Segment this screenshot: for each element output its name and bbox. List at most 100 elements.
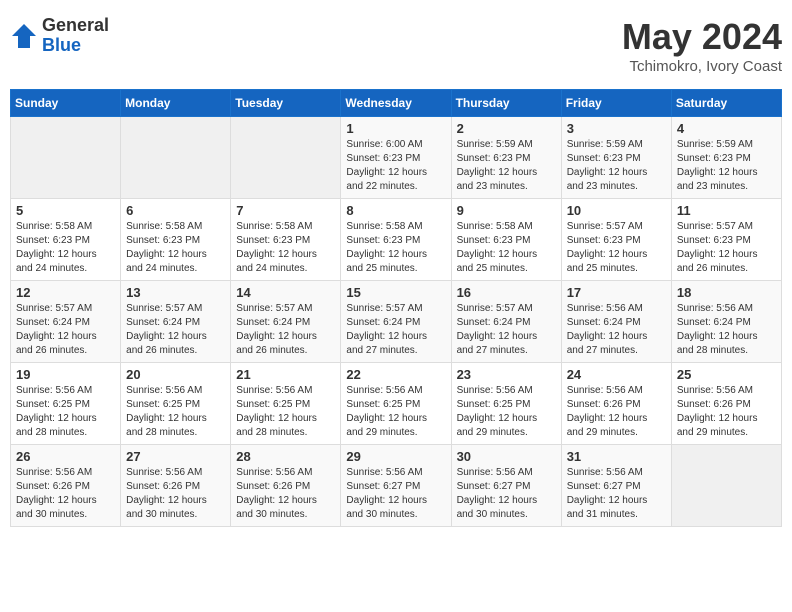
- day-cell: 3 Sunrise: 5:59 AM Sunset: 6:23 PM Daylig…: [561, 117, 671, 199]
- day-cell: 1 Sunrise: 6:00 AM Sunset: 6:23 PM Daylig…: [341, 117, 451, 199]
- day-info: Sunrise: 5:56 AM Sunset: 6:24 PM Dayligh…: [567, 302, 666, 358]
- day-cell: 29Sunrise: 5:56 AM Sunset: 6:27 PM Dayli…: [341, 445, 451, 527]
- day-number: 8: [346, 203, 445, 218]
- day-number: 15: [346, 285, 445, 300]
- day-info: Sunrise: 5:56 AM Sunset: 6:25 PM Dayligh…: [346, 384, 445, 440]
- day-cell: [11, 117, 121, 199]
- day-number: 22: [346, 367, 445, 382]
- day-info: Sunrise: 5:58 AM Sunset: 6:23 PM Dayligh…: [16, 220, 115, 276]
- day-number: 21: [236, 367, 335, 382]
- day-number: 7: [236, 203, 335, 218]
- day-number: 18: [677, 285, 776, 300]
- day-info: Sunrise: 5:56 AM Sunset: 6:25 PM Dayligh…: [457, 384, 556, 440]
- weekday-header-row: Sunday Monday Tuesday Wednesday Thursday…: [11, 90, 782, 117]
- day-info: Sunrise: 5:58 AM Sunset: 6:23 PM Dayligh…: [457, 220, 556, 276]
- day-info: Sunrise: 5:57 AM Sunset: 6:24 PM Dayligh…: [16, 302, 115, 358]
- day-number: 30: [457, 449, 556, 464]
- day-cell: 6Sunrise: 5:58 AM Sunset: 6:23 PM Daylig…: [121, 199, 231, 281]
- day-info: Sunrise: 5:58 AM Sunset: 6:23 PM Dayligh…: [346, 220, 445, 276]
- week-row-5: 26 Sunrise: 5:56 AM Sunset: 6:26 PM Dayli…: [11, 445, 782, 527]
- calendar-table: Sunday Monday Tuesday Wednesday Thursday…: [10, 89, 782, 527]
- day-number: 13: [126, 285, 225, 300]
- day-number: 10: [567, 203, 666, 218]
- day-cell: 31 Sunrise: 5:56 AM Sunset: 6:27 PM Dayli…: [561, 445, 671, 527]
- day-info: Sunrise: 5:57 AM Sunset: 6:23 PM Dayligh…: [567, 220, 666, 276]
- day-number: 17: [567, 285, 666, 300]
- day-info: Sunrise: 5:56 AM Sunset: 6:27 PM Dayligh…: [457, 466, 556, 522]
- day-number: 4: [677, 121, 776, 136]
- week-row-4: 19 Sunrise: 5:56 AM Sunset: 6:25 PM Dayli…: [11, 363, 782, 445]
- day-number: 26: [16, 449, 115, 464]
- day-number: 27: [126, 449, 225, 464]
- day-cell: 23 Sunrise: 5:56 AM Sunset: 6:25 PM Dayli…: [451, 363, 561, 445]
- day-info: Sunrise: 5:56 AM Sunset: 6:26 PM Dayligh…: [677, 384, 776, 440]
- day-info: Sunrise: 5:56 AM Sunset: 6:27 PM Dayligh…: [567, 466, 666, 522]
- day-info: Sunrise: 5:57 AM Sunset: 6:23 PM Dayligh…: [677, 220, 776, 276]
- day-cell: 20 Sunrise: 5:56 AM Sunset: 6:25 PM Dayli…: [121, 363, 231, 445]
- title-block: May 2024 Tchimokro, Ivory Coast: [622, 16, 782, 75]
- logo-blue-text: Blue: [42, 36, 109, 56]
- week-row-3: 12 Sunrise: 5:57 AM Sunset: 6:24 PM Dayli…: [11, 281, 782, 363]
- day-number: 14: [236, 285, 335, 300]
- day-number: 20: [126, 367, 225, 382]
- logo: General Blue: [10, 16, 109, 56]
- day-number: 24: [567, 367, 666, 382]
- day-cell: [231, 117, 341, 199]
- calendar-location: Tchimokro, Ivory Coast: [622, 58, 782, 75]
- day-number: 3: [567, 121, 666, 136]
- day-number: 16: [457, 285, 556, 300]
- day-number: 2: [457, 121, 556, 136]
- header-friday: Friday: [561, 90, 671, 117]
- day-info: Sunrise: 5:56 AM Sunset: 6:26 PM Dayligh…: [236, 466, 335, 522]
- header-monday: Monday: [121, 90, 231, 117]
- day-number: 12: [16, 285, 115, 300]
- logo-icon: [10, 22, 38, 50]
- day-cell: 24 Sunrise: 5:56 AM Sunset: 6:26 PM Dayli…: [561, 363, 671, 445]
- day-info: Sunrise: 5:59 AM Sunset: 6:23 PM Dayligh…: [567, 138, 666, 194]
- day-cell: 15 Sunrise: 5:57 AM Sunset: 6:24 PM Dayli…: [341, 281, 451, 363]
- day-info: Sunrise: 5:59 AM Sunset: 6:23 PM Dayligh…: [457, 138, 556, 194]
- day-number: 11: [677, 203, 776, 218]
- day-cell: 11 Sunrise: 5:57 AM Sunset: 6:23 PM Dayli…: [671, 199, 781, 281]
- calendar-title: May 2024: [622, 16, 782, 58]
- day-cell: 18 Sunrise: 5:56 AM Sunset: 6:24 PM Dayli…: [671, 281, 781, 363]
- day-info: Sunrise: 5:58 AM Sunset: 6:23 PM Dayligh…: [126, 220, 225, 276]
- header-tuesday: Tuesday: [231, 90, 341, 117]
- day-cell: 4 Sunrise: 5:59 AM Sunset: 6:23 PM Daylig…: [671, 117, 781, 199]
- day-cell: 14Sunrise: 5:57 AM Sunset: 6:24 PM Dayli…: [231, 281, 341, 363]
- day-info: Sunrise: 5:56 AM Sunset: 6:26 PM Dayligh…: [16, 466, 115, 522]
- day-info: Sunrise: 5:56 AM Sunset: 6:25 PM Dayligh…: [126, 384, 225, 440]
- day-number: 31: [567, 449, 666, 464]
- header: General Blue May 2024 Tchimokro, Ivory C…: [10, 10, 782, 81]
- day-info: Sunrise: 5:56 AM Sunset: 6:24 PM Dayligh…: [677, 302, 776, 358]
- day-cell: 12 Sunrise: 5:57 AM Sunset: 6:24 PM Dayli…: [11, 281, 121, 363]
- day-info: Sunrise: 5:56 AM Sunset: 6:26 PM Dayligh…: [126, 466, 225, 522]
- day-cell: 26 Sunrise: 5:56 AM Sunset: 6:26 PM Dayli…: [11, 445, 121, 527]
- day-info: Sunrise: 5:56 AM Sunset: 6:26 PM Dayligh…: [567, 384, 666, 440]
- day-number: 19: [16, 367, 115, 382]
- header-wednesday: Wednesday: [341, 90, 451, 117]
- day-info: Sunrise: 5:56 AM Sunset: 6:27 PM Dayligh…: [346, 466, 445, 522]
- day-info: Sunrise: 5:57 AM Sunset: 6:24 PM Dayligh…: [126, 302, 225, 358]
- day-info: Sunrise: 5:57 AM Sunset: 6:24 PM Dayligh…: [346, 302, 445, 358]
- day-cell: 30 Sunrise: 5:56 AM Sunset: 6:27 PM Dayli…: [451, 445, 561, 527]
- header-saturday: Saturday: [671, 90, 781, 117]
- day-cell: 22 Sunrise: 5:56 AM Sunset: 6:25 PM Dayli…: [341, 363, 451, 445]
- day-cell: 21Sunrise: 5:56 AM Sunset: 6:25 PM Dayli…: [231, 363, 341, 445]
- day-cell: 9Sunrise: 5:58 AM Sunset: 6:23 PM Daylig…: [451, 199, 561, 281]
- day-cell: 16Sunrise: 5:57 AM Sunset: 6:24 PM Dayli…: [451, 281, 561, 363]
- day-info: Sunrise: 5:58 AM Sunset: 6:23 PM Dayligh…: [236, 220, 335, 276]
- day-number: 23: [457, 367, 556, 382]
- day-cell: 7 Sunrise: 5:58 AM Sunset: 6:23 PM Daylig…: [231, 199, 341, 281]
- day-cell: [121, 117, 231, 199]
- header-thursday: Thursday: [451, 90, 561, 117]
- day-info: Sunrise: 6:00 AM Sunset: 6:23 PM Dayligh…: [346, 138, 445, 194]
- day-cell: 19 Sunrise: 5:56 AM Sunset: 6:25 PM Dayli…: [11, 363, 121, 445]
- day-number: 28: [236, 449, 335, 464]
- day-info: Sunrise: 5:56 AM Sunset: 6:25 PM Dayligh…: [16, 384, 115, 440]
- day-cell: 8 Sunrise: 5:58 AM Sunset: 6:23 PM Daylig…: [341, 199, 451, 281]
- day-cell: 17 Sunrise: 5:56 AM Sunset: 6:24 PM Dayli…: [561, 281, 671, 363]
- week-row-1: 1 Sunrise: 6:00 AM Sunset: 6:23 PM Daylig…: [11, 117, 782, 199]
- day-info: Sunrise: 5:59 AM Sunset: 6:23 PM Dayligh…: [677, 138, 776, 194]
- day-number: 1: [346, 121, 445, 136]
